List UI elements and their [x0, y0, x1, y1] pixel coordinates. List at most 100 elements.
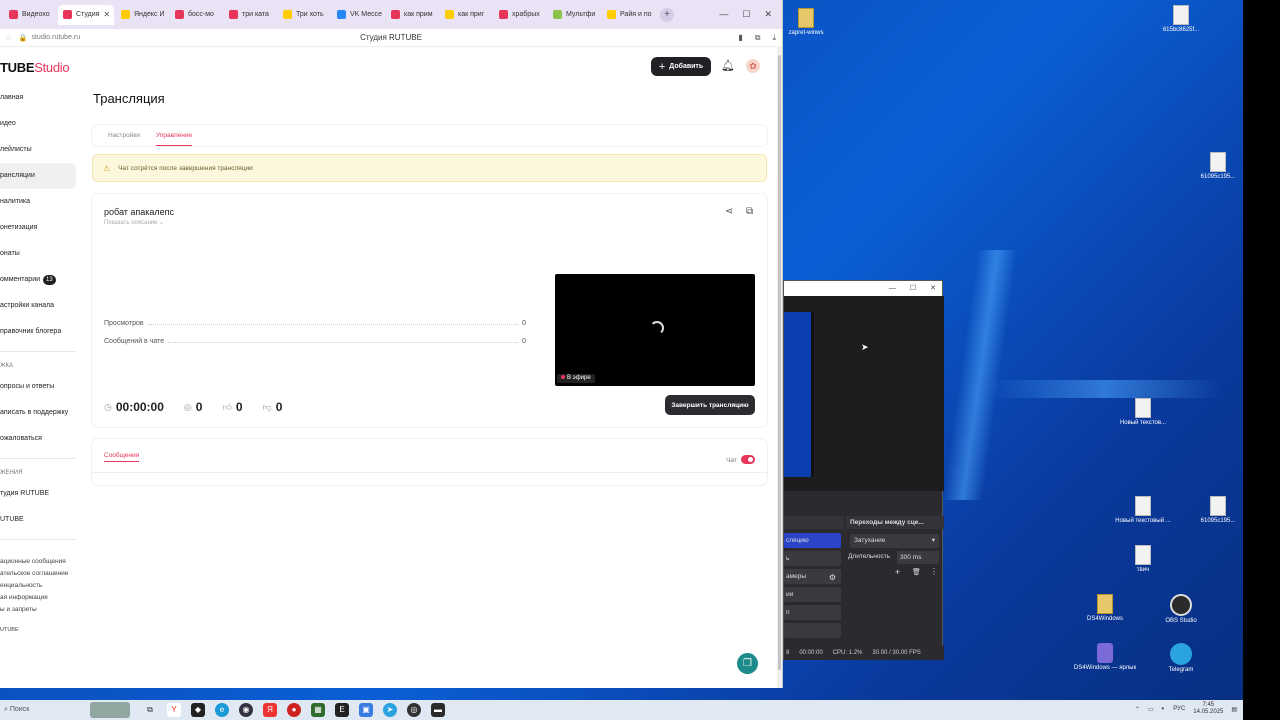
app-icon[interactable]: ● [287, 703, 301, 717]
desktop-icon[interactable]: Новый текстов... [1108, 398, 1178, 427]
footer-link[interactable]: ационные сообщения [0, 556, 80, 568]
sidebar-support-item[interactable]: аписать в поддержку [0, 400, 80, 426]
start-stream-button[interactable]: сляцию [784, 533, 841, 548]
browser-tab[interactable]: как прим [386, 5, 438, 25]
desktop-icon[interactable]: DS4Windows — ярлык [1070, 643, 1140, 672]
chevron-up-icon[interactable]: ⌃ [1135, 706, 1140, 713]
bookmark-icon[interactable]: ▮ [738, 33, 742, 43]
bell-icon[interactable]: 🔔︎ [721, 59, 735, 72]
sidebar-support-item[interactable]: ожаловаться [0, 426, 80, 452]
sidebar-support-item[interactable]: опросы и ответы [0, 374, 80, 400]
browser-tab[interactable]: Яндекс И [116, 5, 168, 25]
duration-input[interactable]: 300 ms [897, 551, 939, 564]
browser-tab[interactable]: три ката [224, 5, 276, 25]
maximize-icon[interactable]: ☐ [742, 9, 750, 20]
sidebar-item[interactable]: идео [0, 111, 80, 137]
minimize-icon[interactable]: — [889, 281, 896, 296]
studio-mode-button[interactable]: ии [784, 587, 841, 602]
add-button[interactable]: + Добавить [651, 57, 711, 76]
steam-icon[interactable]: ◉ [239, 703, 253, 717]
sidebar-item[interactable]: омментарии 13 [0, 267, 80, 293]
close-tab-icon[interactable]: ✕ [103, 10, 110, 19]
footer-link[interactable]: ы и запреты [0, 604, 80, 616]
yandex-icon[interactable]: Я [263, 703, 277, 717]
maximize-icon[interactable]: ☐ [910, 281, 916, 296]
store-icon[interactable]: ▣ [359, 703, 373, 717]
external-link-icon[interactable]: ⧉ [746, 206, 753, 217]
desktop-icon[interactable]: DS4Windows [1070, 594, 1140, 623]
browser-tab[interactable]: босс-мо [170, 5, 222, 25]
desktop-icon[interactable]: Telegram [1146, 643, 1216, 674]
browser-tab[interactable]: Три хоть [278, 5, 330, 25]
desktop-icon[interactable]: 61095c195... [1183, 496, 1243, 525]
obs-icon[interactable]: ◎ [407, 703, 421, 717]
yandex-browser-icon[interactable]: Y [167, 703, 181, 717]
avatar[interactable]: ✿ [746, 59, 760, 73]
settings-button[interactable]: п [784, 605, 841, 620]
transition-select[interactable]: Затухание ▾ [850, 534, 939, 548]
sidebar-item[interactable]: лавная [0, 85, 80, 111]
exit-button[interactable] [784, 623, 841, 638]
minecraft-icon[interactable]: ▦ [311, 703, 325, 717]
help-chat-button[interactable]: ❐ [737, 653, 758, 674]
telegram-icon[interactable]: ➤ [383, 703, 397, 717]
tab-settings[interactable]: Настройки [108, 125, 140, 146]
sidebar-app-item[interactable]: UTUBE [0, 507, 80, 533]
sidebar-item[interactable]: лейлисты [0, 137, 80, 163]
sidebar-item[interactable]: астройки канала [0, 293, 80, 319]
url-field[interactable]: studio.rutube.ru [31, 34, 80, 41]
trash-icon[interactable]: 🗑 [912, 568, 921, 576]
desktop-icon[interactable]: OBS Studio [1146, 594, 1216, 625]
download-icon[interactable]: ⤓ [772, 33, 776, 43]
app-icon[interactable]: ◆ [191, 703, 205, 717]
sidebar-app-item[interactable]: тудия RUTUBE [0, 481, 80, 507]
share-icon[interactable]: ⋖ [725, 206, 733, 217]
notification-icon[interactable]: ▤ [1231, 706, 1237, 713]
new-tab-button[interactable]: + [660, 7, 674, 22]
show-description-link[interactable]: Показать описание ⌄ [104, 219, 164, 226]
video-player[interactable]: В эфире [555, 274, 755, 386]
obs-window[interactable]: — ☐ ✕ ➤ Переходы между сце... сляцию ь а… [783, 280, 944, 660]
scrollbar-thumb[interactable] [778, 55, 781, 670]
desktop-icon[interactable]: 615bc8625f... [1146, 5, 1216, 34]
browser-tab[interactable]: как приг [440, 5, 492, 25]
language-indicator[interactable]: РУС [1173, 706, 1185, 712]
network-icon[interactable]: ▭ [1148, 706, 1154, 713]
more-icon[interactable]: ⋮ [930, 567, 938, 576]
sidebar-item[interactable]: рансляции [0, 163, 76, 189]
sidebar-item[interactable]: онетизация [0, 215, 80, 241]
edge-icon[interactable]: e [215, 703, 229, 717]
gear-icon[interactable]: ⚙ [826, 571, 839, 584]
close-icon[interactable]: ✕ [930, 281, 936, 296]
end-stream-button[interactable]: Завершить трансляцию [665, 395, 755, 415]
add-icon[interactable]: + [895, 567, 900, 577]
chat-toggle[interactable] [741, 455, 755, 464]
back-icon[interactable]: ◌ [6, 33, 11, 42]
close-icon[interactable]: ✕ [764, 9, 772, 20]
sidebar-item[interactable]: правочник блогера [0, 319, 80, 345]
browser-tab[interactable]: VK Мессе [332, 5, 384, 25]
browser-tab[interactable]: Видеохо [4, 5, 56, 25]
obs-titlebar[interactable]: — ☐ ✕ [784, 281, 942, 296]
obs-preview-area[interactable]: ➤ [784, 296, 944, 491]
tab-messages[interactable]: Сообщения [104, 452, 140, 462]
desktop-icon[interactable]: твич [1108, 545, 1178, 574]
start-record-button[interactable]: ь [784, 551, 841, 566]
sidebar-item[interactable]: онаты [0, 241, 80, 267]
app-icon[interactable]: ▬ [431, 703, 445, 717]
footer-link[interactable]: ательское соглашение [0, 568, 80, 580]
clock[interactable]: 7:45 14.05.2025 [1193, 702, 1223, 716]
browser-tab[interactable]: храбрых [494, 5, 546, 25]
browser-tab[interactable]: Мультфи [548, 5, 600, 25]
extensions-icon[interactable]: ⧉ [755, 33, 761, 43]
scrollbar[interactable] [777, 47, 782, 688]
footer-link[interactable]: ая информация [0, 592, 80, 604]
sidebar-item[interactable]: налитика [0, 189, 80, 215]
desktop-icon[interactable]: 61095c195... [1183, 152, 1243, 181]
browser-tab[interactable]: Райя и по [602, 5, 654, 25]
epic-games-icon[interactable]: E [335, 703, 349, 717]
rutube-studio-logo[interactable]: TUBEStudio [0, 60, 70, 75]
tab-control[interactable]: Управление [156, 125, 193, 146]
footer-link[interactable]: енциальность [0, 580, 80, 592]
taskbar-search[interactable]: ⌕ Поиск [0, 706, 90, 714]
